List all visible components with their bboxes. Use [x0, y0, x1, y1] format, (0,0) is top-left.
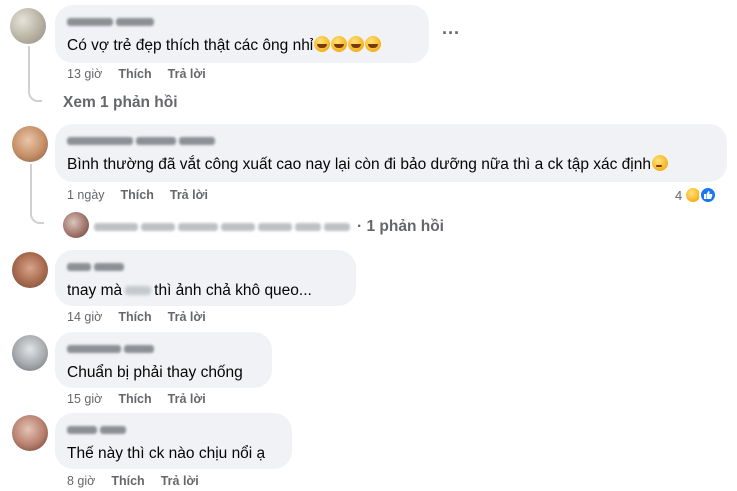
comment-author[interactable] — [67, 259, 344, 275]
comment-actions: 15 giờ Thích Trả lời — [67, 392, 206, 406]
comment-author[interactable] — [67, 133, 715, 149]
thinking-emoji-icon — [652, 155, 668, 171]
comment-text: Bình thường đã vắt công xuất cao nay lại… — [67, 155, 715, 175]
comment-actions: 8 giờ Thích Trả lời — [67, 474, 199, 488]
comment-text: Có vợ trẻ đẹp thích thật các ông nhỉ — [67, 36, 417, 56]
view-replies-link[interactable]: Xem 1 phản hồi — [63, 94, 178, 112]
reaction-count[interactable]: 4 — [675, 186, 718, 204]
rofl-emoji-icon — [348, 36, 365, 52]
comment-bubble: Có vợ trẻ đẹp thích thật các ông nhỉ — [55, 5, 429, 63]
like-button[interactable]: Thích — [118, 310, 151, 324]
more-options-icon[interactable]: ... — [442, 18, 460, 39]
avatar[interactable] — [12, 335, 48, 371]
avatar[interactable] — [12, 126, 48, 162]
like-button[interactable]: Thích — [118, 67, 151, 81]
avatar[interactable] — [10, 8, 46, 44]
censored-word — [125, 286, 152, 296]
comment-time[interactable]: 8 giờ — [67, 474, 95, 488]
reply-button[interactable]: Trả lời — [168, 310, 206, 324]
like-reaction-icon — [699, 186, 718, 204]
comment-actions: 13 giờ Thích Trả lời — [67, 67, 206, 81]
comment-author[interactable] — [67, 341, 260, 357]
like-button[interactable]: Thích — [118, 392, 151, 406]
reply-button[interactable]: Trả lời — [170, 188, 208, 202]
avatar[interactable] — [12, 252, 48, 288]
comment-bubble: tnay mà thì ảnh chả khô queo... — [55, 250, 356, 306]
reply-summary[interactable]: · 1 phản hồi — [94, 218, 444, 236]
reply-button[interactable]: Trả lời — [168, 67, 206, 81]
rofl-emoji-icon — [314, 36, 331, 52]
thread-connector — [28, 88, 42, 102]
reply-button[interactable]: Trả lời — [161, 474, 199, 488]
reply-avatar[interactable] — [63, 212, 89, 238]
comment-actions: 14 giờ Thích Trả lời — [67, 310, 206, 324]
reply-count-link[interactable]: · 1 phản hồi — [357, 218, 444, 236]
reaction-count-label: 4 — [675, 187, 683, 203]
like-button[interactable]: Thích — [111, 474, 144, 488]
comment-time[interactable]: 13 giờ — [67, 67, 102, 81]
rofl-emoji-icon — [365, 36, 382, 52]
comment-bubble: Thế này thì ck nào chịu nổi ạ — [55, 413, 292, 469]
thread-line — [28, 46, 30, 88]
comment-text: Thế này thì ck nào chịu nổi ạ — [67, 445, 266, 462]
comment-text: tnay mà thì ảnh chả khô queo... — [67, 282, 312, 299]
comment-bubble: Chuẩn bị phải thay chống — [55, 332, 272, 388]
comment-text: Chuẩn bị phải thay chống — [67, 364, 243, 381]
comment-bubble: Bình thường đã vắt công xuất cao nay lại… — [55, 124, 727, 182]
thread-connector — [30, 210, 44, 224]
like-button[interactable]: Thích — [121, 188, 154, 202]
comment-time[interactable]: 1 ngày — [67, 188, 105, 202]
thread-line — [30, 164, 32, 210]
comment-time[interactable]: 14 giờ — [67, 310, 102, 324]
reply-button[interactable]: Trả lời — [168, 392, 206, 406]
avatar[interactable] — [12, 415, 48, 451]
comment-author[interactable] — [67, 422, 280, 438]
rofl-emoji-icon — [331, 36, 348, 52]
comment-actions: 1 ngày Thích Trả lời — [67, 188, 208, 202]
comment-author[interactable] — [67, 14, 417, 30]
comment-time[interactable]: 15 giờ — [67, 392, 102, 406]
